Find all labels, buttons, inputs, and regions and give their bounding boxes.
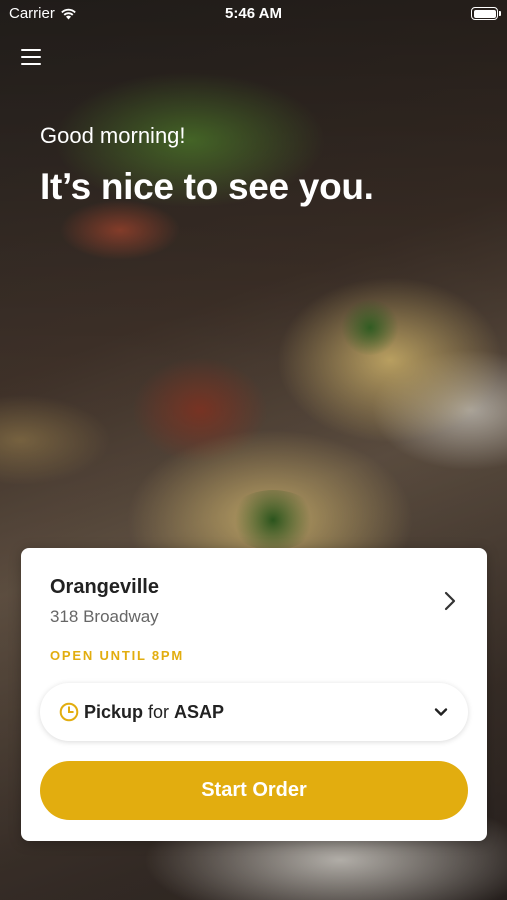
hamburger-menu-icon[interactable] (21, 49, 41, 67)
battery-icon (471, 7, 501, 20)
order-mode-selector[interactable]: Pickup for ASAP (40, 683, 468, 741)
order-mode-connector: for (148, 701, 170, 722)
order-mode-type: Pickup (84, 701, 144, 722)
home-screen: Carrier 5:46 AM Good morning! It’s nice … (0, 0, 507, 900)
chevron-right-icon[interactable] (443, 591, 457, 611)
background-garnish (340, 300, 400, 355)
status-bar: Carrier 5:46 AM (0, 0, 507, 28)
chevron-down-icon (434, 708, 448, 716)
headline-text: It’s nice to see you. (40, 166, 374, 207)
order-mode-time: ASAP (174, 701, 225, 722)
start-order-button[interactable]: Start Order (40, 761, 468, 820)
location-address: 318 Broadway (50, 607, 159, 626)
order-mode-text: Pickup for ASAP (84, 702, 224, 723)
greeting-text: Good morning! (40, 123, 186, 148)
clock-icon (59, 702, 79, 722)
location-name[interactable]: Orangeville (50, 576, 159, 599)
location-card: Orangeville 318 Broadway OPEN UNTIL 8PM … (21, 548, 487, 841)
background-garnish (228, 490, 318, 550)
status-time: 5:46 AM (225, 5, 282, 22)
location-hours: OPEN UNTIL 8PM (50, 648, 185, 663)
